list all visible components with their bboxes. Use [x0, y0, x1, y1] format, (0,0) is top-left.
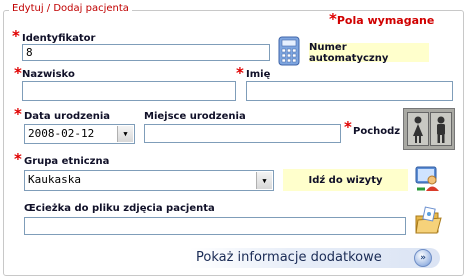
female-person-icon[interactable] [407, 112, 429, 146]
data-urodzenia-label: Data urodzenia [24, 111, 111, 122]
calculator-icon[interactable] [278, 36, 300, 66]
required-star-imie: * [236, 64, 244, 82]
required-star-pochodz: * [344, 118, 352, 136]
imie-label: Imię [246, 69, 271, 80]
chevron-down-icon[interactable]: ▼ [117, 126, 133, 142]
chevron-down-icon[interactable]: ▼ [256, 172, 272, 189]
visit-link[interactable]: Idź do wizyty [283, 169, 408, 191]
pochodz-icons [403, 108, 455, 150]
data-urodzenia-select[interactable]: 2008-02-12 ▼ [24, 124, 135, 144]
male-person-icon[interactable] [430, 112, 452, 146]
imie-field[interactable] [246, 81, 453, 101]
nazwisko-field[interactable] [22, 81, 236, 101]
required-star-identyfikator: * [12, 27, 20, 45]
form-title: Edytuj / Dodaj pacjenta [9, 3, 132, 14]
photo-path-field[interactable] [24, 217, 406, 235]
nazwisko-label: Nazwisko [22, 69, 75, 80]
miejsce-urodzenia-field[interactable] [144, 124, 341, 143]
miejsce-urodzenia-label: Miejsce urodzenia [144, 111, 246, 122]
double-chevron-right-icon[interactable]: » [414, 249, 432, 267]
more-info-label[interactable]: Pokaż informacje dodatkowe [196, 250, 382, 265]
required-star-data-urodzenia: * [14, 105, 22, 123]
identyfikator-field[interactable]: 8 [22, 44, 270, 61]
grupa-etniczna-label: Grupa etniczna [24, 156, 110, 167]
required-note: *Pola wymagane [329, 10, 435, 28]
required-star-grupa: * [14, 150, 22, 168]
auto-number-label: Numer automatyczny [309, 42, 429, 64]
open-folder-icon[interactable] [414, 206, 442, 236]
required-star-nazwisko: * [14, 64, 22, 82]
identyfikator-label: Identyfikator [22, 33, 96, 44]
photo-path-label: Œcieżka do pliku zdjęcia pacjenta [24, 203, 215, 214]
pochodz-label: Pochodz [353, 126, 401, 137]
visit-icon[interactable] [414, 164, 442, 192]
grupa-etniczna-select[interactable]: Kaukaska ▼ [24, 170, 274, 191]
